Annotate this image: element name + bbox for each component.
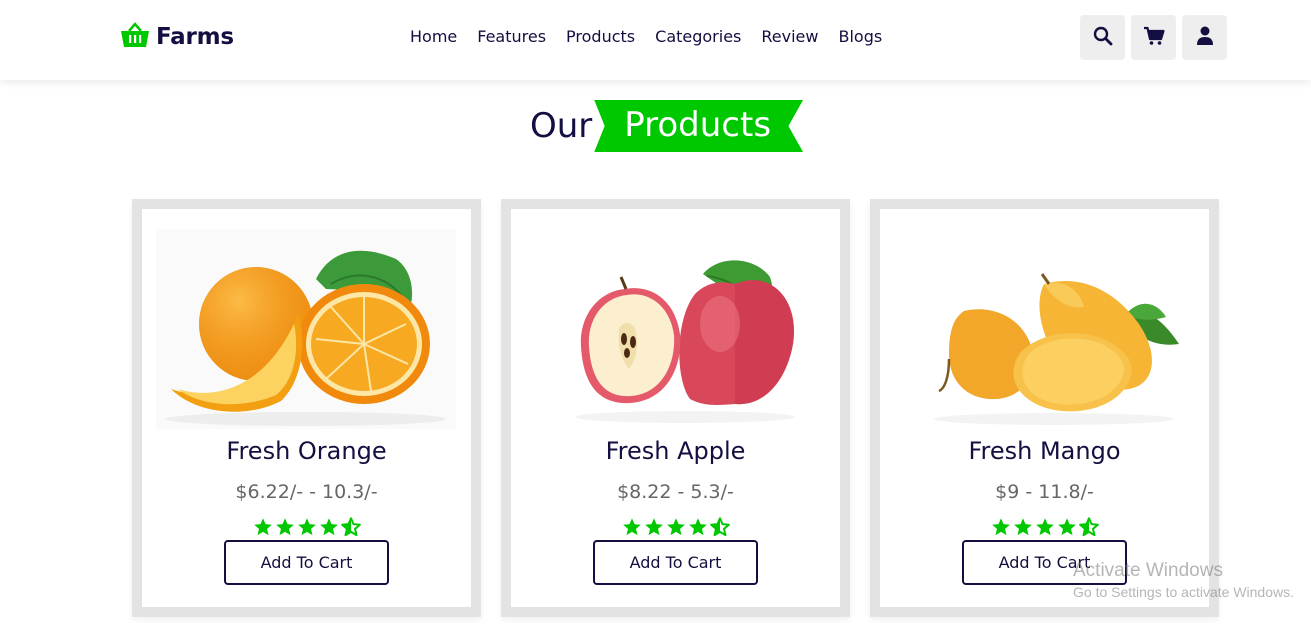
windows-activation-watermark: Activate Windows Go to Settings to activ… [1073,560,1294,600]
nav-features[interactable]: Features [477,27,546,46]
product-price: $6.22/- - 10.3/- [235,481,378,503]
rating-stars [511,517,840,541]
product-price: $9 - 11.8/- [995,481,1094,503]
nav-home[interactable]: Home [410,27,457,46]
apple-image [525,229,825,429]
star-half-icon [709,517,730,541]
product-name: Fresh Mango [968,437,1121,465]
nav-products[interactable]: Products [566,27,635,46]
mango-image [894,229,1194,429]
star-icon [991,517,1011,541]
star-icon [644,517,664,541]
logo-text: Farms [156,24,234,50]
star-icon [622,517,642,541]
nav-categories[interactable]: Categories [655,27,741,46]
star-icon [1013,517,1033,541]
star-icon [275,517,295,541]
star-half-icon [1078,517,1099,541]
heading-highlight: Products [594,100,804,152]
orange-image [156,229,456,429]
section-heading: Our Products [0,100,1311,152]
watermark-title: Activate Windows [1073,560,1223,581]
header-icons [1080,15,1227,60]
user-button[interactable] [1182,15,1227,60]
star-icon [253,517,273,541]
star-icon [666,517,686,541]
logo[interactable]: Farms [120,22,234,52]
star-icon [1057,517,1077,541]
rating-stars [142,517,471,541]
product-card-apple: Fresh Apple $8.22 - 5.3/- Add To Cart [501,199,850,617]
star-icon [1035,517,1055,541]
add-to-cart-button[interactable]: Add To Cart [593,540,758,585]
watermark-subtitle: Go to Settings to activate Windows. [1073,584,1294,600]
add-to-cart-button[interactable]: Add To Cart [224,540,389,585]
cart-button[interactable] [1131,15,1176,60]
heading-prefix: Our [529,106,593,146]
rating-stars [880,517,1209,541]
product-name: Fresh Apple [605,437,746,465]
nav-review[interactable]: Review [761,27,818,46]
search-button[interactable] [1080,15,1125,60]
main-nav: Home Features Products Categories Review… [410,27,882,46]
basket-icon [120,22,150,52]
star-half-icon [340,517,361,541]
header: Farms Home Features Products Categories … [0,0,1311,80]
star-icon [319,517,339,541]
star-icon [297,517,317,541]
nav-blogs[interactable]: Blogs [838,27,882,46]
user-icon [1196,26,1214,50]
search-icon [1093,26,1113,50]
product-card-mango: Fresh Mango $9 - 11.8/- Add To Cart [870,199,1219,617]
product-price: $8.22 - 5.3/- [617,481,734,503]
cart-icon [1143,26,1165,50]
product-name: Fresh Orange [226,437,387,465]
product-card-orange: Fresh Orange $6.22/- - 10.3/- Add To Car… [132,199,481,617]
star-icon [688,517,708,541]
